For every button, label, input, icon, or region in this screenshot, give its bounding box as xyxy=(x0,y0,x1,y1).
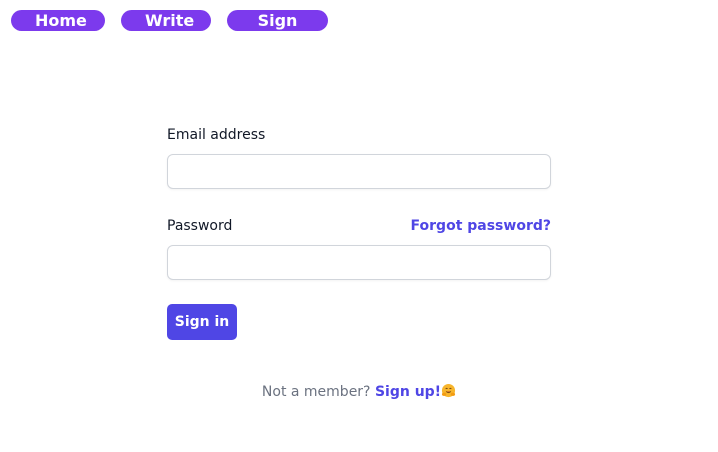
sign-in-form: Email address Password Forgot password? … xyxy=(167,124,551,340)
nav-write-button[interactable]: Write xyxy=(121,10,211,31)
password-block: Password Forgot password? xyxy=(167,217,551,280)
signup-prompt: Not a member? Sign up! xyxy=(0,383,718,400)
email-block: Email address xyxy=(167,124,551,189)
sign-up-link[interactable]: Sign up! xyxy=(375,384,441,400)
password-label-row: Password Forgot password? xyxy=(167,217,551,235)
hugging-face-icon xyxy=(441,383,456,398)
forgot-password-link[interactable]: Forgot password? xyxy=(411,218,551,234)
nav-sign-in-button[interactable]: Sign In xyxy=(227,10,328,51)
password-field[interactable] xyxy=(167,245,551,280)
sign-in-button[interactable]: Sign in xyxy=(167,304,237,340)
top-nav: Home Write Sign In xyxy=(11,10,328,51)
nav-home-button[interactable]: Home xyxy=(11,10,105,31)
email-field[interactable] xyxy=(167,154,551,189)
not-a-member-text: Not a member? xyxy=(261,384,371,400)
email-label: Email address xyxy=(167,127,266,143)
password-label: Password xyxy=(167,218,233,234)
